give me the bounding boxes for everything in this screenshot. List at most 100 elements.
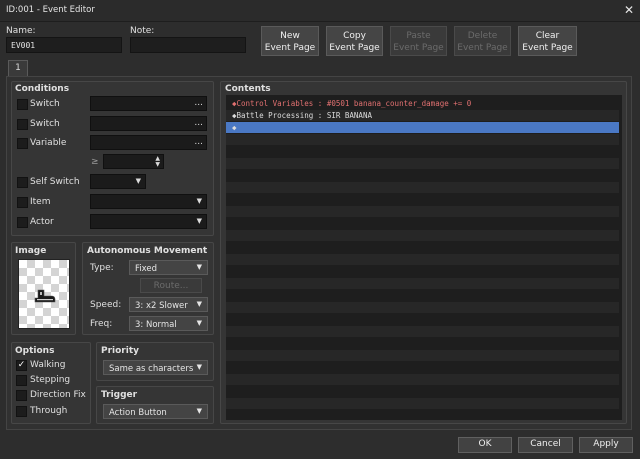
direction-fix-label: Direction Fix: [30, 390, 86, 400]
cancel-button[interactable]: Cancel: [518, 437, 573, 453]
command-text: ◆: [232, 123, 237, 132]
stepper-down-icon[interactable]: ▼: [155, 161, 160, 168]
new-event-page-button[interactable]: New Event Page: [261, 26, 319, 56]
chevron-down-icon: ▼: [196, 217, 202, 225]
contents-title: Contents: [225, 84, 271, 94]
variable-label: Variable: [30, 138, 67, 148]
switch1-checkbox[interactable]: [17, 99, 28, 110]
through-label: Through: [30, 406, 68, 416]
priority-title: Priority: [101, 346, 139, 356]
new-label-2: Event Page: [264, 43, 316, 53]
movement-type-dropdown[interactable]: Fixed ▼: [129, 260, 208, 275]
empty-command-row: [226, 218, 619, 229]
speed-value: 3: x2 Slower: [135, 301, 188, 311]
actor-checkbox[interactable]: [17, 217, 28, 228]
actor-dropdown[interactable]: ▼: [90, 214, 207, 229]
freq-value: 3: Normal: [135, 320, 177, 330]
note-input[interactable]: [130, 37, 246, 53]
freq-label: Freq:: [90, 319, 113, 329]
self-switch-label: Self Switch: [30, 177, 80, 187]
chevron-down-icon: ▼: [196, 319, 202, 327]
note-label: Note:: [130, 26, 155, 36]
variable-field[interactable]: ...: [90, 135, 207, 150]
freq-dropdown[interactable]: 3: Normal ▼: [129, 316, 208, 331]
switch2-ellipsis: ...: [194, 118, 203, 128]
event-image-preview[interactable]: [18, 259, 70, 329]
options-title: Options: [15, 346, 55, 356]
ok-button[interactable]: OK: [458, 437, 512, 453]
apply-button[interactable]: Apply: [579, 437, 633, 453]
delete-label-1: Delete: [467, 31, 498, 41]
speed-label: Speed:: [90, 300, 122, 310]
empty-command-row: [226, 158, 619, 169]
switch1-ellipsis: ...: [194, 98, 203, 108]
clear-event-page-button[interactable]: Clear Event Page: [518, 26, 577, 56]
empty-command-row: [226, 362, 619, 373]
switch1-field[interactable]: ...: [90, 96, 207, 111]
paste-label-1: Paste: [406, 31, 431, 41]
tab-page-1[interactable]: 1: [8, 60, 28, 77]
paste-label-2: Event Page: [393, 43, 444, 53]
chevron-down-icon: ▼: [196, 197, 202, 205]
command-text: ◆Battle Processing : SIR BANANA: [232, 111, 372, 120]
name-input[interactable]: EV001: [6, 37, 122, 53]
empty-command-row: [226, 314, 619, 325]
clear-label-1: Clear: [535, 31, 560, 41]
direction-fix-checkbox[interactable]: [16, 390, 27, 401]
command-row-selected[interactable]: ◆: [226, 122, 619, 133]
item-checkbox[interactable]: [17, 197, 28, 208]
chevron-down-icon: ▼: [196, 300, 202, 308]
delete-label-2: Event Page: [457, 43, 508, 53]
empty-command-row: [226, 134, 619, 145]
stepping-checkbox[interactable]: [16, 375, 27, 386]
empty-command-row: [226, 326, 619, 337]
new-label-1: New: [280, 31, 300, 41]
speed-dropdown[interactable]: 3: x2 Slower ▼: [129, 297, 208, 312]
self-switch-checkbox[interactable]: [17, 177, 28, 188]
empty-command-row: [226, 266, 619, 277]
copy-label-1: Copy: [343, 31, 366, 41]
name-label: Name:: [6, 26, 36, 36]
chevron-down-icon: ▼: [135, 177, 141, 185]
priority-dropdown[interactable]: Same as characters ▼: [103, 360, 208, 375]
through-checkbox[interactable]: [16, 406, 27, 417]
copy-label-2: Event Page: [329, 43, 380, 53]
conditions-title: Conditions: [15, 84, 70, 94]
empty-command-row: [226, 170, 619, 181]
title-bar: ID:001 - Event Editor ✕: [0, 0, 640, 22]
switch2-checkbox[interactable]: [17, 119, 28, 130]
chevron-down-icon: ▼: [196, 363, 202, 371]
command-list[interactable]: ◆Control Variables : #0501 banana_counte…: [226, 95, 622, 420]
command-row[interactable]: ◆Control Variables : #0501 banana_counte…: [226, 98, 619, 109]
route-button[interactable]: Route...: [140, 278, 202, 293]
close-icon[interactable]: ✕: [624, 3, 634, 17]
trigger-title: Trigger: [101, 390, 138, 400]
switch2-field[interactable]: ...: [90, 116, 207, 131]
movement-type-value: Fixed: [135, 264, 158, 274]
image-title: Image: [15, 246, 47, 256]
command-operand: += 0: [448, 99, 472, 108]
empty-command-row: [226, 278, 619, 289]
walking-label: Walking: [30, 360, 66, 370]
delete-event-page-button[interactable]: Delete Event Page: [454, 26, 511, 56]
command-row[interactable]: ◆Battle Processing : SIR BANANA: [226, 110, 619, 121]
self-switch-dropdown[interactable]: ▼: [90, 174, 146, 189]
command-text: ◆Control Variables : #0501 banana_counte…: [232, 99, 449, 108]
empty-command-row: [226, 386, 619, 397]
trigger-value: Action Button: [109, 408, 167, 418]
empty-command-row: [226, 374, 619, 385]
variable-checkbox[interactable]: [17, 138, 28, 149]
actor-label: Actor: [30, 217, 54, 227]
walking-checkbox[interactable]: ✓: [16, 360, 27, 371]
clear-label-2: Event Page: [522, 43, 573, 53]
copy-event-page-button[interactable]: Copy Event Page: [326, 26, 383, 56]
variable-value-stepper[interactable]: ▲ ▼: [103, 154, 164, 169]
stepping-label: Stepping: [30, 375, 71, 385]
paste-event-page-button[interactable]: Paste Event Page: [390, 26, 447, 56]
item-dropdown[interactable]: ▼: [90, 194, 207, 209]
empty-command-row: [226, 410, 619, 420]
chevron-down-icon: ▼: [196, 407, 202, 415]
empty-command-row: [226, 182, 619, 193]
trigger-dropdown[interactable]: Action Button ▼: [103, 404, 208, 419]
gte-symbol: ≥: [91, 157, 99, 167]
